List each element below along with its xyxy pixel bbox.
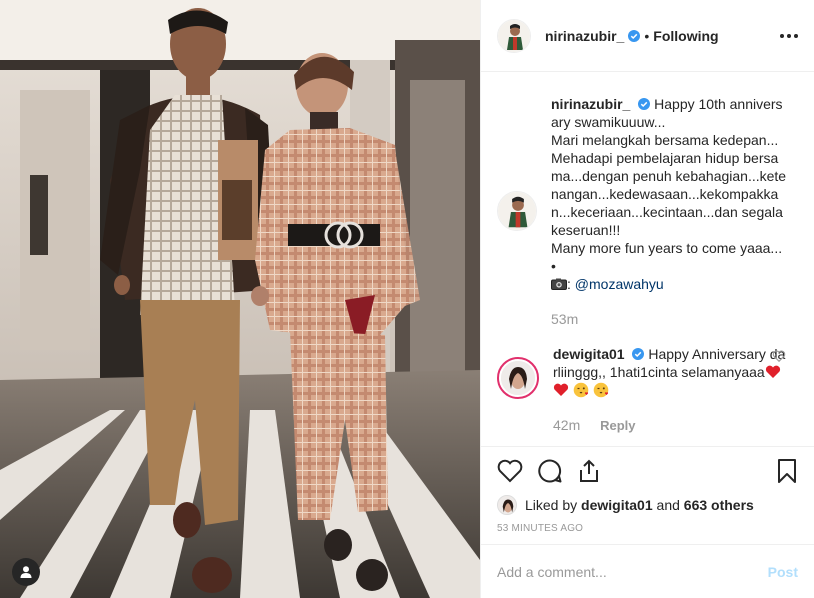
caption-line: Many more fun years to come yaaa...	[551, 240, 783, 256]
like-comment-heart-icon[interactable]	[772, 349, 786, 363]
verified-badge-icon	[632, 348, 645, 360]
mention-link[interactable]: @mozawahyu	[575, 276, 664, 292]
more-dot	[794, 33, 798, 38]
following-button[interactable]: Following	[653, 28, 718, 44]
caption-avatar[interactable]	[497, 191, 537, 231]
avatar-image	[498, 192, 536, 230]
comment-timestamp[interactable]: 42m	[553, 417, 580, 433]
verified-badge-icon	[638, 98, 651, 110]
author-avatar[interactable]	[497, 18, 531, 53]
caption: nirinazubir_ Happy 10th anniversary swam…	[497, 95, 798, 327]
caption-time: 53m	[551, 311, 787, 327]
commenter-username[interactable]: dewigita01	[553, 346, 625, 362]
avatar-image	[498, 19, 530, 52]
share-upload-icon	[580, 459, 598, 482]
face-blowing-kiss-emoji-icon	[573, 382, 589, 398]
post-timestamp[interactable]: 53 MINUTES AGO	[497, 523, 798, 534]
reply-button[interactable]: Reply	[600, 418, 635, 433]
bookmark-icon	[778, 459, 796, 483]
user-tags-button[interactable]	[12, 558, 40, 586]
more-dot	[780, 33, 784, 38]
post-photo[interactable]	[0, 0, 480, 598]
caption-timestamp[interactable]: 53m	[551, 311, 578, 327]
comments-section: nirinazubir_ Happy 10th anniversary swam…	[481, 73, 814, 445]
verified-badge-icon	[628, 29, 641, 42]
comment-item: dewigita01 Happy Anniversary darliinggg,…	[497, 345, 798, 433]
likes-summary: Liked by dewigita01 and 663 others	[497, 495, 798, 515]
post-actions: Liked by dewigita01 and 663 others 53 MI…	[481, 446, 814, 534]
red-heart-emoji-icon	[765, 365, 780, 378]
likes-prefix: Liked by	[525, 497, 578, 513]
face-blowing-kiss-emoji-icon	[593, 382, 609, 398]
couple-photo-illustration	[0, 0, 480, 598]
post-header: nirinazubir_ • Following	[481, 0, 814, 72]
more-options-button[interactable]	[780, 33, 798, 38]
caption-text: nirinazubir_ Happy 10th anniversary swam…	[551, 95, 787, 293]
liker-username[interactable]: dewigita01	[581, 497, 653, 513]
photo-credit: : @mozawahyu	[551, 275, 787, 293]
caption-bullet: •	[551, 258, 556, 274]
comment-bubble-icon	[538, 459, 562, 483]
camera-emoji-icon	[551, 278, 567, 290]
save-button[interactable]	[776, 458, 798, 484]
avatar-image	[498, 496, 516, 514]
more-dot	[787, 33, 791, 38]
caption-line: Mehadapi pembelajaran hidup bersama...de…	[551, 150, 787, 238]
comment-meta: 42m Reply	[553, 417, 789, 433]
likes-conj: and	[656, 497, 680, 513]
header-separator: •	[644, 27, 650, 44]
comment-input[interactable]: Add a comment...	[497, 564, 768, 580]
share-button[interactable]	[577, 458, 601, 484]
avatar-image	[501, 361, 535, 395]
post-comment-button[interactable]: Post	[768, 564, 798, 580]
credit-separator: :	[567, 276, 571, 292]
commenter-avatar	[501, 361, 535, 395]
comment-button[interactable]	[537, 458, 563, 484]
comment-text: dewigita01 Happy Anniversary darliinggg,…	[553, 345, 789, 399]
heart-icon	[497, 459, 523, 483]
add-comment-bar: Add a comment... Post	[481, 544, 814, 598]
caption-line: Mari melangkah bersama kedepan...	[551, 132, 779, 148]
author-username[interactable]: nirinazubir_	[545, 28, 624, 44]
post-side-panel: nirinazubir_ • Following nirinazubir_ Ha…	[480, 0, 814, 598]
caption-username[interactable]: nirinazubir_	[551, 96, 630, 112]
person-icon	[20, 566, 32, 578]
red-heart-emoji-icon	[553, 383, 569, 396]
commenter-avatar-story-ring[interactable]	[497, 357, 539, 399]
liker-avatar[interactable]	[497, 495, 517, 515]
like-button[interactable]	[497, 459, 523, 483]
action-icons-row	[497, 457, 798, 485]
others-count[interactable]: 663 others	[684, 497, 754, 513]
